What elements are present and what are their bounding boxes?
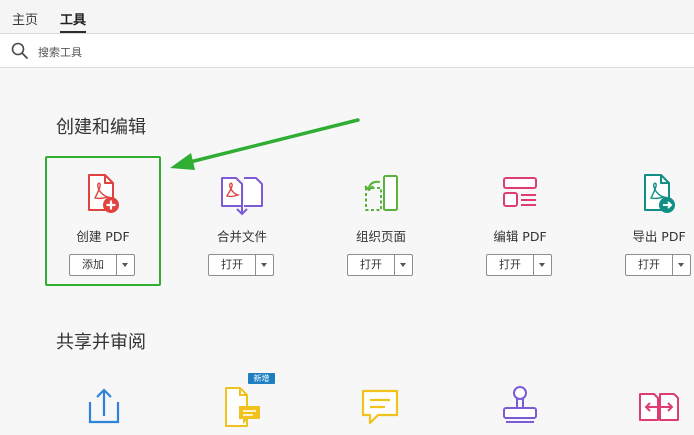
tool-label-organize-pages: 组织页面: [355, 229, 406, 244]
open-button[interactable]: 打开: [487, 255, 534, 275]
open-split-button: 打开: [625, 254, 691, 276]
tool-label-export-pdf: 导出 PDF: [632, 229, 686, 244]
tool-combine-files[interactable]: 合并文件 打开: [187, 166, 297, 276]
highlight-box: [45, 156, 161, 286]
search-icon[interactable]: [11, 42, 29, 60]
tool-edit-pdf[interactable]: 编辑 PDF 打开: [465, 166, 575, 276]
open-split-button: 打开: [208, 254, 274, 276]
chevron-down-icon[interactable]: [395, 255, 412, 275]
tool-organize-pages[interactable]: 组织页面 打开: [326, 166, 436, 276]
compare-files-icon[interactable]: [637, 386, 681, 430]
export-pdf-icon: [644, 174, 675, 213]
chevron-down-icon[interactable]: [534, 255, 551, 275]
open-split-button: 打开: [486, 254, 552, 276]
section-title-share-review: 共享并审阅: [56, 332, 146, 353]
open-button[interactable]: 打开: [209, 255, 256, 275]
open-button[interactable]: 打开: [626, 255, 673, 275]
section-title-create-edit: 创建和编辑: [56, 117, 146, 138]
combine-files-icon: [221, 177, 263, 216]
chevron-down-icon[interactable]: [256, 255, 273, 275]
search-bar: [0, 34, 694, 68]
stamp-icon[interactable]: [498, 384, 542, 428]
edit-pdf-icon: [503, 177, 537, 207]
tab-tools[interactable]: 工具: [60, 9, 87, 33]
new-badge: 新增: [248, 373, 275, 384]
organize-pages-icon: [364, 175, 398, 211]
tab-home[interactable]: 主页: [12, 9, 38, 28]
open-button[interactable]: 打开: [348, 255, 395, 275]
search-input[interactable]: [36, 41, 440, 63]
chevron-down-icon[interactable]: [673, 255, 690, 275]
tab-bar: 主页 工具: [0, 0, 694, 34]
annotation-arrow-icon: [170, 118, 360, 170]
share-icon[interactable]: [82, 384, 126, 428]
open-split-button: 打开: [347, 254, 413, 276]
tool-label-combine-files: 合并文件: [216, 229, 267, 244]
tool-export-pdf[interactable]: 导出 PDF 打开: [604, 166, 694, 276]
send-for-comments-icon[interactable]: [358, 386, 402, 430]
comment-icon[interactable]: [222, 386, 266, 430]
tool-label-edit-pdf: 编辑 PDF: [493, 229, 547, 244]
